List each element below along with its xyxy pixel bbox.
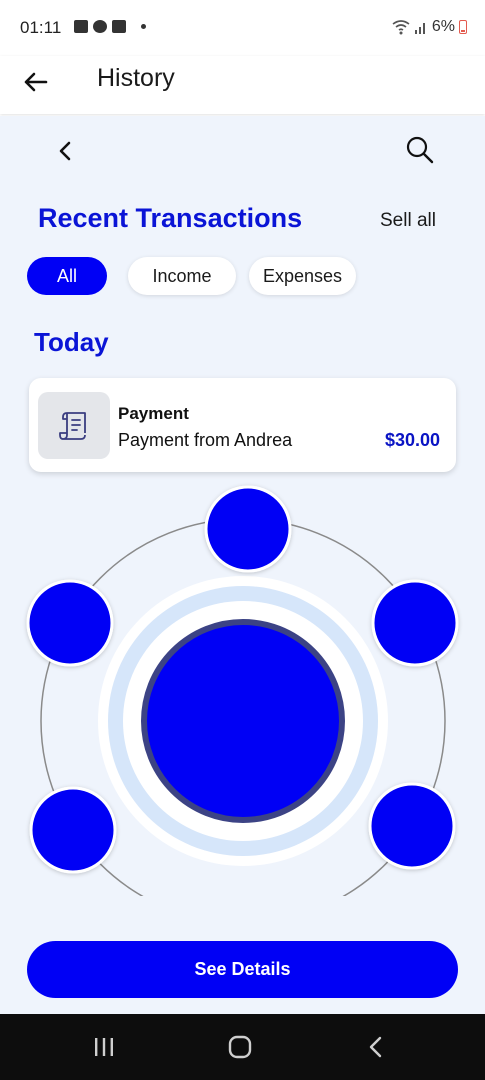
section-title: Recent Transactions (38, 203, 303, 233)
search-icon (406, 136, 434, 164)
transaction-title: Payment (118, 404, 189, 423)
a-icon (93, 20, 107, 33)
filter-chip-all[interactable]: All (27, 257, 107, 295)
transaction-icon-box (38, 392, 110, 459)
status-bar: 01:11 6% (0, 0, 485, 56)
wifi-icon (392, 20, 410, 35)
search-button[interactable] (404, 134, 436, 166)
transaction-subtitle: Payment from Andrea (118, 430, 293, 450)
filter-chip-expenses[interactable]: Expenses (249, 257, 356, 295)
filter-chip-label: Expenses (262, 265, 343, 286)
nav-back-button[interactable] (356, 1032, 396, 1062)
orbit-illustration (26, 485, 459, 896)
back-icon (369, 1036, 382, 1058)
gallery-icon (74, 20, 88, 33)
content-area: Recent Transactions Sell all All Income … (0, 116, 485, 1014)
see-details-label: See Details (194, 959, 291, 979)
youtube-icon (112, 20, 126, 33)
page-title: History (97, 64, 175, 92)
dot-icon (141, 24, 146, 29)
recent-apps-icon (95, 1038, 113, 1056)
center-circle[interactable] (141, 619, 345, 823)
see-details-button[interactable]: See Details (27, 941, 458, 998)
sell-all-link[interactable]: Sell all (380, 210, 436, 232)
filter-chip-label: Income (152, 265, 212, 286)
app-bar: History (0, 56, 485, 114)
home-icon (228, 1035, 252, 1059)
back-button[interactable] (20, 66, 52, 98)
transaction-amount: $30.00 (384, 430, 440, 450)
orbit-node-left-lower[interactable] (29, 786, 117, 874)
filter-chip-label: All (56, 265, 77, 286)
battery-percent: 6% (431, 18, 455, 35)
battery-icon (459, 20, 467, 34)
group-label-today: Today (34, 327, 109, 357)
system-nav-bar (0, 1014, 485, 1080)
orbit-node-left-upper[interactable] (26, 579, 114, 667)
inner-back-button[interactable] (52, 136, 78, 166)
orbit-node-right-lower[interactable] (368, 782, 456, 870)
receipt-icon (59, 411, 86, 440)
home-button[interactable] (220, 1032, 260, 1062)
recent-apps-button[interactable] (84, 1032, 124, 1062)
signal-icon (414, 23, 425, 34)
status-time: 01:11 (20, 18, 62, 37)
filter-chip-income[interactable]: Income (128, 257, 236, 295)
chevron-left-icon (59, 141, 71, 161)
arrow-left-icon (24, 72, 48, 92)
transaction-card[interactable]: Payment Payment from Andrea $30.00 (29, 378, 456, 472)
orbit-node-top[interactable] (204, 485, 292, 573)
orbit-node-right-upper[interactable] (371, 579, 459, 667)
